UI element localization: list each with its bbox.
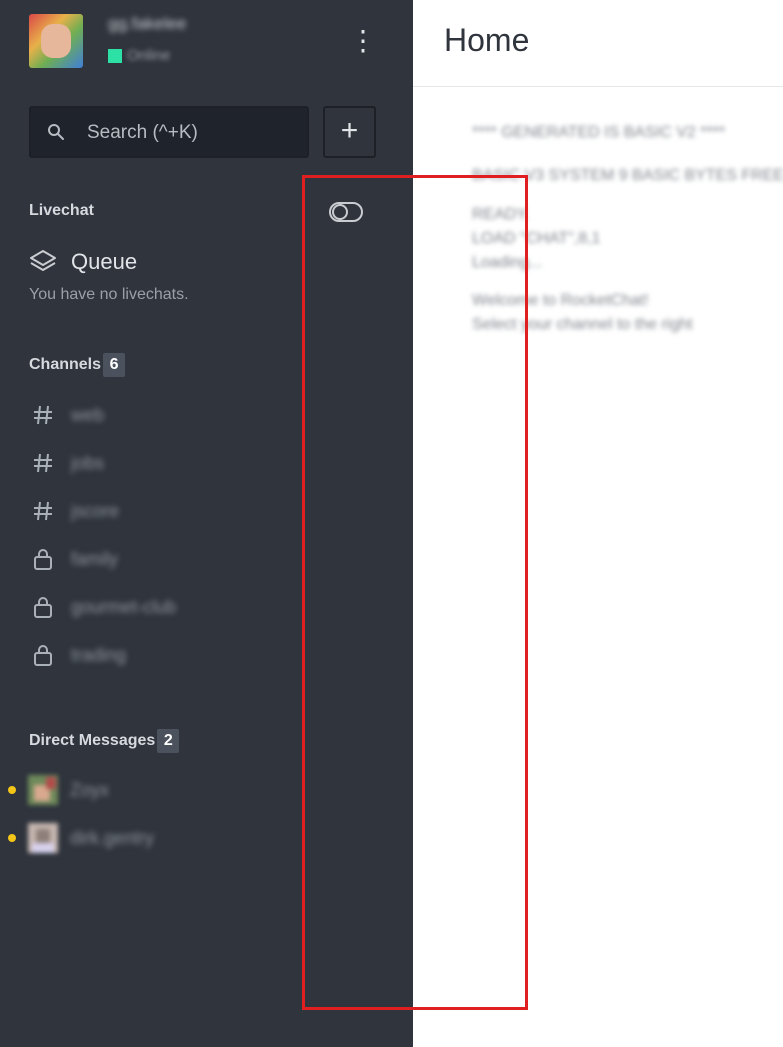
more-options-button[interactable]: ⋮ — [349, 26, 377, 60]
home-text-line: **** GENERATED IS BASIC V2 **** — [472, 124, 726, 141]
lock-icon — [29, 593, 57, 621]
channel-item[interactable]: trading — [29, 639, 126, 671]
search-placeholder: Search (^+K) — [87, 122, 198, 143]
hashtag-icon — [29, 497, 57, 525]
channel-name: family — [71, 548, 119, 569]
channels-count-badge: 6 — [103, 353, 126, 377]
lock-icon — [29, 545, 57, 573]
page-header: Home — [413, 0, 783, 87]
direct-messages-section-title: Direct Messages 2 — [29, 729, 180, 753]
unread-indicator — [8, 834, 16, 842]
direct-messages-title: Direct Messages — [29, 732, 156, 749]
channel-item[interactable]: jscore — [29, 495, 119, 527]
channel-name: web — [71, 404, 105, 425]
dm-avatar — [28, 823, 58, 853]
dm-name: Zoyx — [70, 779, 110, 800]
livechat-queue[interactable]: Queue — [29, 247, 137, 277]
dm-name: dirk.gentry — [70, 827, 155, 848]
dm-avatar — [28, 775, 58, 805]
channel-item[interactable]: family — [29, 543, 118, 575]
highlight-annotation-box — [302, 175, 528, 1010]
channel-name: jscore — [71, 500, 120, 521]
queue-label: Queue — [71, 249, 138, 274]
channel-name: trading — [71, 644, 127, 665]
channel-name: jobs — [71, 452, 105, 473]
dm-item[interactable]: dirk.gentry — [8, 820, 154, 856]
channels-title: Channels — [29, 356, 102, 373]
username: gg.fakelee — [108, 14, 187, 33]
dm-item[interactable]: Zoyx — [8, 772, 109, 808]
hashtag-icon — [29, 449, 57, 477]
status-text: Online — [127, 47, 171, 64]
dm-count-badge: 2 — [157, 729, 180, 753]
livechat-empty-message: You have no livechats. — [29, 286, 189, 303]
unread-indicator — [8, 786, 16, 794]
search-input[interactable]: Search (^+K) — [29, 106, 309, 158]
channel-item[interactable]: gourmet-club — [29, 591, 176, 623]
page-title: Home — [444, 22, 530, 58]
create-new-button[interactable]: + — [323, 106, 376, 158]
channel-item[interactable]: web — [29, 399, 104, 431]
status-indicator — [108, 49, 122, 63]
channels-section-title: Channels 6 — [29, 353, 126, 377]
user-avatar[interactable] — [29, 14, 83, 68]
channel-item[interactable]: jobs — [29, 447, 104, 479]
search-icon — [48, 124, 64, 140]
hashtag-icon — [29, 401, 57, 429]
layers-icon — [30, 250, 56, 271]
channel-name: gourmet-club — [71, 596, 177, 617]
livechat-section-title: Livechat — [29, 202, 94, 219]
lock-icon — [29, 641, 57, 669]
